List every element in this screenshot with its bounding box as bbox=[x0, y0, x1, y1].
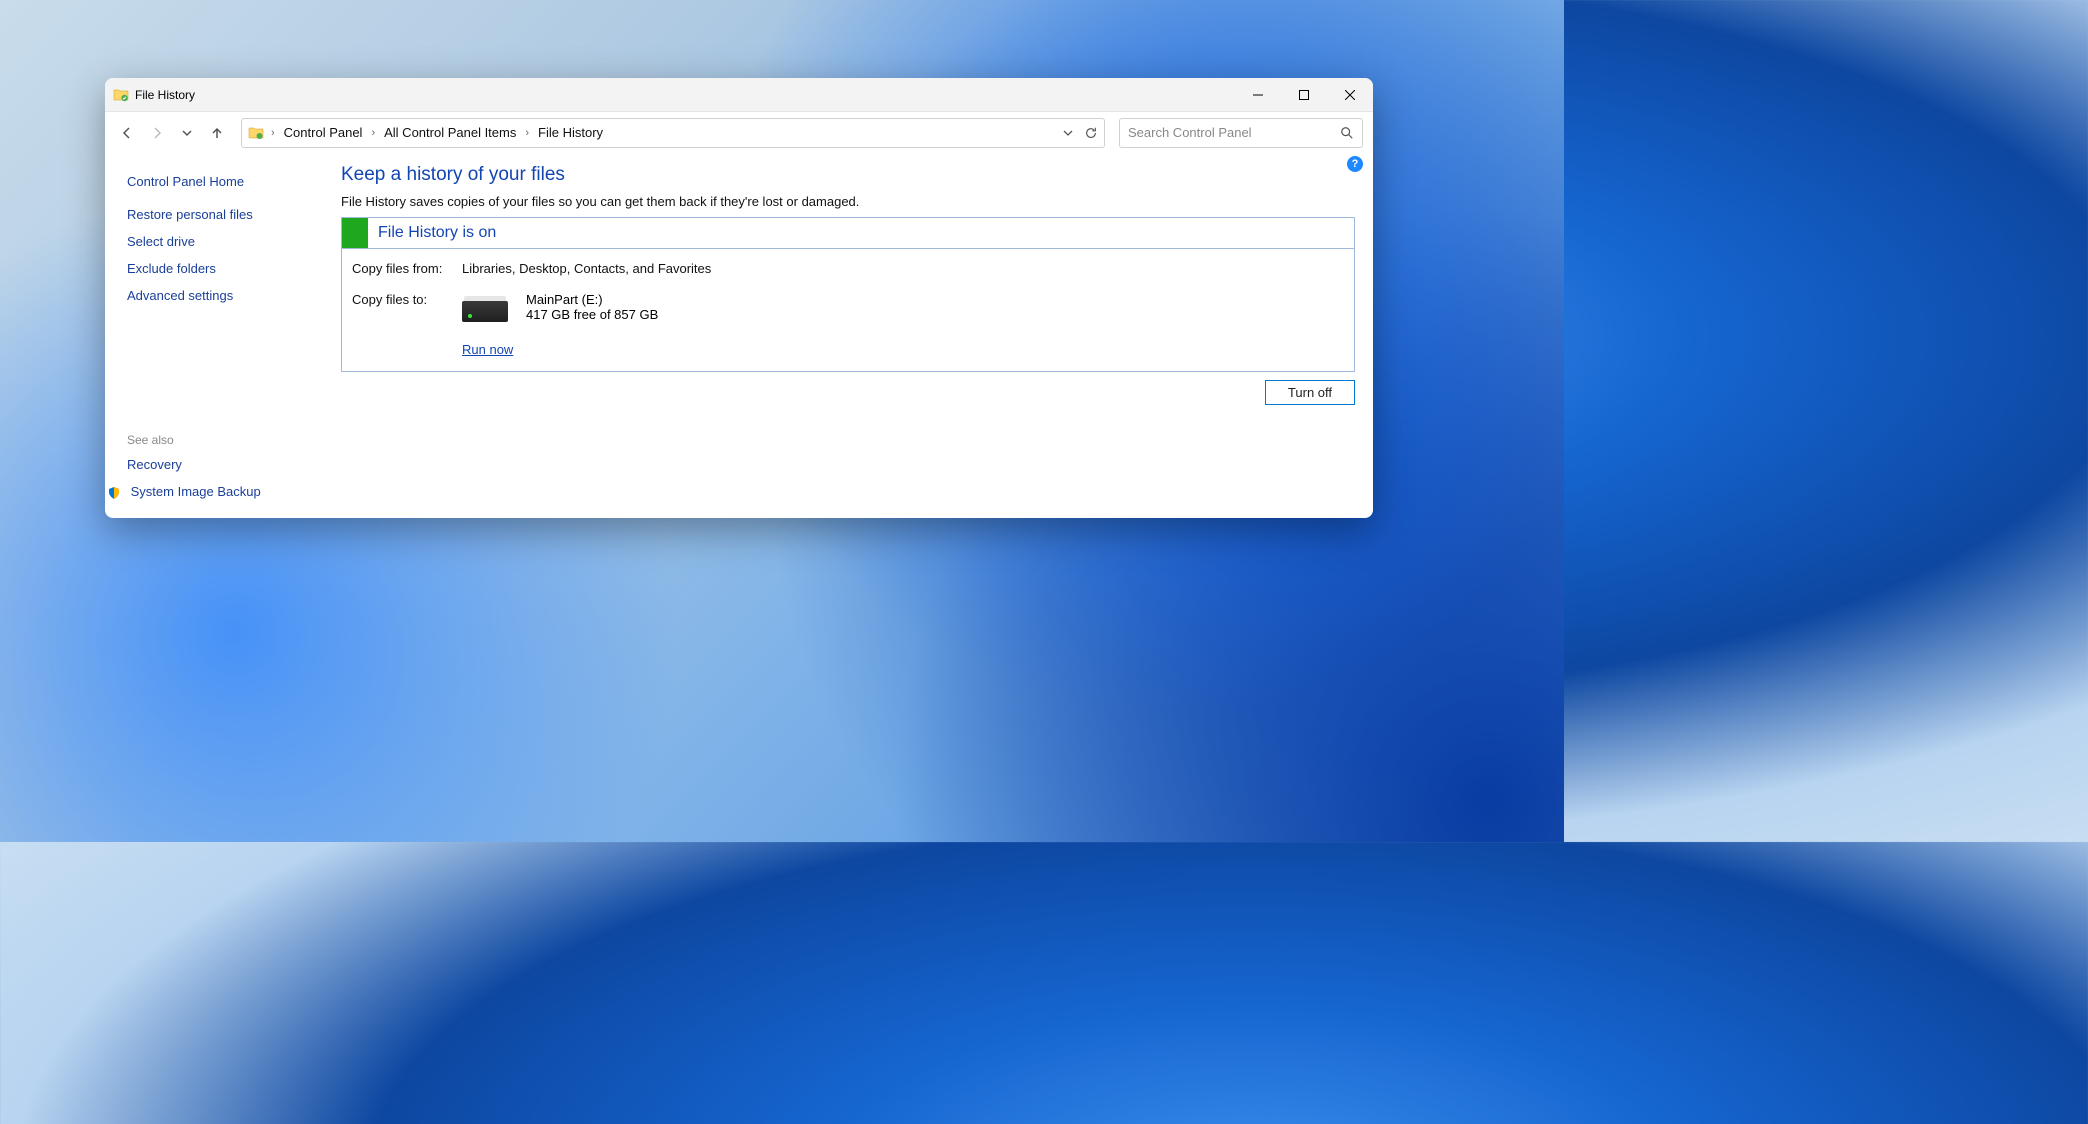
drive-name: MainPart (E:) bbox=[526, 292, 658, 307]
search-input[interactable] bbox=[1128, 125, 1340, 140]
sidebar-link-exclude[interactable]: Exclude folders bbox=[127, 255, 341, 282]
sidebar-link-select-drive[interactable]: Select drive bbox=[127, 228, 341, 255]
page-heading: Keep a history of your files bbox=[341, 164, 1355, 186]
copy-from-label: Copy files from: bbox=[352, 261, 462, 276]
folder-history-icon bbox=[113, 87, 129, 103]
window-title: File History bbox=[135, 88, 195, 102]
status-header: File History is on bbox=[342, 218, 1354, 249]
window-controls bbox=[1235, 78, 1373, 112]
sidebar-link-system-image-backup[interactable]: System Image Backup bbox=[127, 478, 261, 506]
run-now-link[interactable]: Run now bbox=[462, 342, 513, 357]
main-content: ? Keep a history of your files File Hist… bbox=[341, 154, 1373, 518]
drive-space: 417 GB free of 857 GB bbox=[526, 307, 658, 322]
forward-button[interactable] bbox=[145, 121, 169, 145]
refresh-icon[interactable] bbox=[1084, 126, 1098, 140]
sidebar: Control Panel Home Restore personal file… bbox=[105, 154, 341, 518]
page-description: File History saves copies of your files … bbox=[341, 194, 1355, 209]
breadcrumb-item[interactable]: File History bbox=[536, 125, 605, 140]
sidebar-link-restore[interactable]: Restore personal files bbox=[127, 201, 341, 228]
minimize-button[interactable] bbox=[1235, 78, 1281, 112]
address-dropdown-icon[interactable] bbox=[1062, 127, 1074, 139]
copy-from-value: Libraries, Desktop, Contacts, and Favori… bbox=[462, 261, 711, 276]
search-icon[interactable] bbox=[1340, 126, 1354, 140]
see-also-label: See also bbox=[127, 429, 261, 451]
toolbar: › Control Panel › All Control Panel Item… bbox=[105, 112, 1373, 154]
close-button[interactable] bbox=[1327, 78, 1373, 112]
status-panel: File History is on Copy files from: Libr… bbox=[341, 217, 1355, 372]
breadcrumb-sep-icon: › bbox=[268, 127, 278, 139]
turn-off-button[interactable]: Turn off bbox=[1265, 380, 1355, 405]
address-bar[interactable]: › Control Panel › All Control Panel Item… bbox=[241, 118, 1105, 148]
status-indicator-icon bbox=[342, 218, 368, 248]
body: Control Panel Home Restore personal file… bbox=[105, 154, 1373, 518]
folder-icon bbox=[248, 125, 264, 141]
breadcrumb-sep-icon: › bbox=[368, 127, 378, 139]
maximize-button[interactable] bbox=[1281, 78, 1327, 112]
breadcrumb-sep-icon: › bbox=[522, 127, 532, 139]
search-box[interactable] bbox=[1119, 118, 1363, 148]
file-history-window: File History bbox=[105, 78, 1373, 518]
sidebar-link-home[interactable]: Control Panel Home bbox=[127, 168, 341, 195]
sidebar-item-label: System Image Backup bbox=[131, 484, 261, 499]
sidebar-link-recovery[interactable]: Recovery bbox=[127, 451, 261, 478]
sidebar-link-advanced[interactable]: Advanced settings bbox=[127, 282, 341, 309]
shield-icon bbox=[107, 486, 121, 500]
drive-icon bbox=[462, 296, 508, 322]
back-button[interactable] bbox=[115, 121, 139, 145]
breadcrumb-item[interactable]: Control Panel bbox=[282, 125, 365, 140]
breadcrumb-item[interactable]: All Control Panel Items bbox=[382, 125, 518, 140]
titlebar: File History bbox=[105, 78, 1373, 112]
up-button[interactable] bbox=[205, 121, 229, 145]
status-title: File History is on bbox=[368, 224, 496, 242]
recent-dropdown-button[interactable] bbox=[175, 121, 199, 145]
copy-to-label: Copy files to: bbox=[352, 292, 462, 322]
help-icon[interactable]: ? bbox=[1347, 156, 1363, 172]
